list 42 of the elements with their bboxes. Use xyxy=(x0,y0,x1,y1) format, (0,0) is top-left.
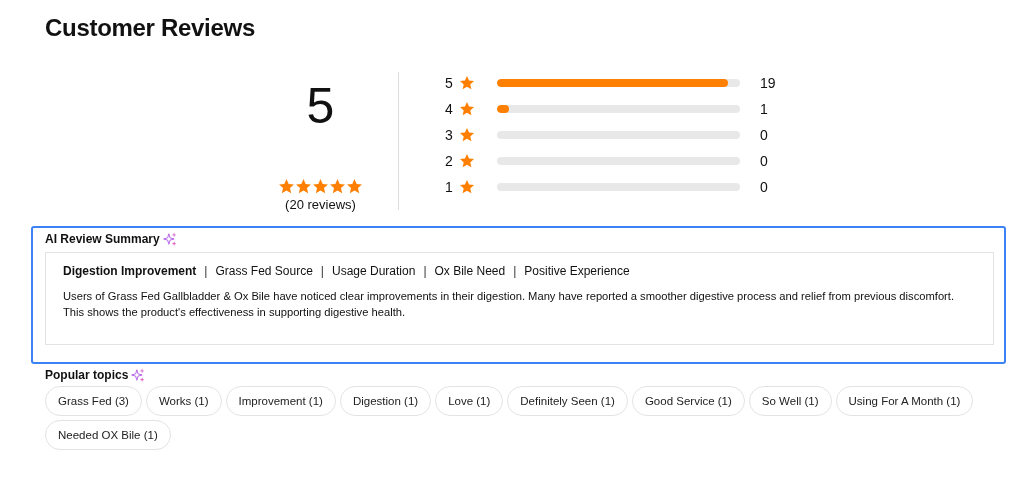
summary-text: Users of Grass Fed Gallbladder & Ox Bile have noticed clear improvements in their digestion. Many have reported a smoother digestive process and relief from previous discomfort. This shows the product's effectiveness in supporting digestive health. xyxy=(63,289,956,320)
separator: | xyxy=(204,264,208,278)
review-count: 19 xyxy=(760,75,776,91)
topic-chip[interactable]: Definitely Seen (1) xyxy=(507,386,628,416)
page-title: Customer Reviews xyxy=(45,14,256,42)
star-icon xyxy=(459,101,475,117)
star-level: 1 xyxy=(445,179,454,195)
section-heading: Popular topics xyxy=(45,368,129,382)
topic-chip[interactable]: Using For A Month (1) xyxy=(835,386,974,416)
star-level: 4 xyxy=(445,101,454,117)
star-icon xyxy=(459,153,475,169)
star-icon xyxy=(459,127,475,143)
section-heading: AI Review Summary xyxy=(45,232,160,246)
summary-topic[interactable]: Ox Bile Need xyxy=(434,264,506,278)
topic-chip[interactable]: Needed OX Bile (1) xyxy=(45,420,171,450)
review-count: 0 xyxy=(760,153,768,169)
sparkle-icon xyxy=(131,368,146,382)
topic-chip[interactable]: So Well (1) xyxy=(748,386,832,416)
review-count: 0 xyxy=(760,127,768,143)
summary-topic[interactable]: Usage Duration xyxy=(332,264,416,278)
topic-chip[interactable]: Works (1) xyxy=(145,386,222,416)
star-level: 5 xyxy=(445,75,454,91)
topic-chip[interactable]: Good Service (1) xyxy=(631,386,745,416)
separator: | xyxy=(423,264,427,278)
star-level: 2 xyxy=(445,153,454,169)
topic-chip[interactable]: Grass Fed (3) xyxy=(45,386,142,416)
topic-chip[interactable]: Improvement (1) xyxy=(225,386,336,416)
summary-topic[interactable]: Digestion Improvement xyxy=(63,264,197,278)
separator: | xyxy=(513,264,517,278)
review-count: 0 xyxy=(760,179,768,195)
star-level: 3 xyxy=(445,127,454,143)
topic-chip[interactable]: Love (1) xyxy=(435,386,504,416)
star-icon xyxy=(459,75,475,91)
summary-topic[interactable]: Grass Fed Source xyxy=(215,264,313,278)
sparkle-icon xyxy=(162,232,177,246)
review-count: 1 xyxy=(760,101,768,117)
star-icon xyxy=(459,179,475,195)
topic-chip[interactable]: Digestion (1) xyxy=(339,386,432,416)
average-score: 5 xyxy=(306,78,335,134)
separator: | xyxy=(320,264,324,278)
review-count: (20 reviews) xyxy=(285,197,356,212)
summary-topic[interactable]: Positive Experience xyxy=(524,264,630,278)
